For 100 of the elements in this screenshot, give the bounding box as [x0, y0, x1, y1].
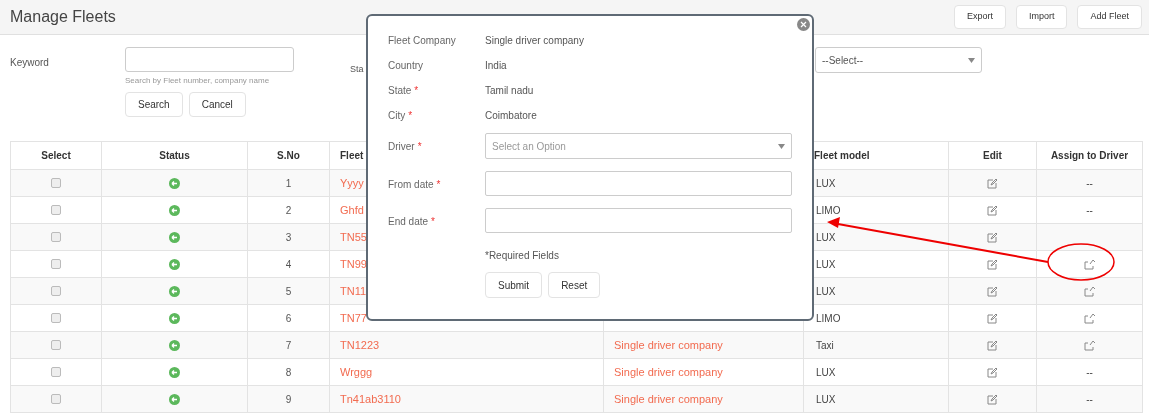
fleet-link[interactable]: TN1223 — [340, 336, 380, 354]
row-checkbox[interactable] — [51, 394, 61, 404]
caret-icon — [968, 57, 975, 63]
field-value: India — [485, 59, 507, 73]
filter-button[interactable]: Search — [125, 92, 183, 117]
field-label: Sta — [350, 64, 364, 74]
fleet-model: LIMO — [816, 311, 841, 326]
column-header: Fleet — [340, 149, 364, 163]
column-header: Status — [159, 149, 190, 163]
serial-number: 3 — [285, 230, 292, 245]
edit-icon[interactable] — [987, 393, 998, 405]
status-icon — [169, 393, 180, 405]
column-header: Assign to Driver — [1050, 149, 1129, 163]
company-link[interactable]: Single driver company — [614, 363, 723, 381]
serial-number: 9 — [285, 392, 292, 407]
edit-icon[interactable] — [987, 366, 998, 378]
status-icon — [169, 312, 180, 324]
company-link[interactable]: Single driver company — [614, 336, 723, 354]
date-field[interactable] — [485, 171, 792, 196]
row-checkbox[interactable] — [51, 178, 61, 188]
close-button[interactable] — [797, 18, 810, 31]
modal-button[interactable]: Reset — [548, 272, 601, 298]
status-select[interactable]: --Select-- — [815, 47, 982, 73]
row-checkbox[interactable] — [51, 286, 61, 296]
empty-value: -- — [1086, 176, 1093, 191]
status-icon — [169, 285, 180, 297]
fleet-link[interactable]: TN99 — [340, 255, 367, 273]
status-icon — [169, 339, 180, 351]
empty-value: -- — [1086, 203, 1093, 218]
field-label: Country — [388, 59, 423, 73]
keyword-field[interactable] — [125, 47, 294, 72]
fleet-link[interactable]: Ghfd — [340, 201, 364, 219]
empty-value: -- — [1086, 392, 1093, 407]
status-icon — [169, 204, 180, 216]
edit-icon[interactable] — [987, 177, 998, 189]
field-value: Tamil nadu — [485, 84, 534, 98]
field-label: From date — [388, 178, 434, 192]
assign-icon[interactable] — [1083, 312, 1096, 324]
empty-value: -- — [1086, 365, 1093, 380]
company-link[interactable]: Single driver company — [614, 390, 723, 408]
serial-number: 8 — [285, 365, 292, 380]
required-mark: * — [414, 84, 419, 98]
row-checkbox[interactable] — [51, 259, 61, 269]
fleet-model: Taxi — [816, 338, 834, 353]
field-value: Coimbatore — [485, 109, 537, 123]
assign-icon[interactable] — [1083, 285, 1096, 297]
fleet-model: LUX — [816, 284, 836, 299]
edit-icon[interactable] — [987, 204, 998, 216]
caret-icon — [778, 143, 785, 149]
fleet-model: LUX — [816, 365, 836, 380]
row-checkbox[interactable] — [51, 232, 61, 242]
required-note: *Required Fields — [485, 249, 560, 263]
row-checkbox[interactable] — [51, 205, 61, 215]
fleet-model: LIMO — [816, 203, 841, 218]
date-field[interactable] — [485, 208, 792, 233]
driver-select[interactable]: Select an Option — [485, 133, 792, 159]
fleet-model: LUX — [816, 392, 836, 407]
field-hint: Search by Fleet number, company name — [125, 75, 271, 87]
status-icon — [169, 366, 180, 378]
edit-icon[interactable] — [987, 339, 998, 351]
row-checkbox[interactable] — [51, 340, 61, 350]
field-label: State — [388, 84, 412, 98]
column-header: Select — [41, 149, 71, 163]
column-header: S.No — [277, 149, 300, 163]
edit-icon[interactable] — [987, 285, 998, 297]
field-label: End date — [388, 215, 429, 229]
header-button[interactable]: Import — [1015, 5, 1068, 29]
assign-icon[interactable] — [1083, 258, 1096, 270]
serial-number: 7 — [285, 338, 292, 353]
required-mark: * — [436, 178, 441, 192]
required-mark: * — [431, 215, 435, 229]
edit-icon[interactable] — [987, 231, 998, 243]
filter-button[interactable]: Cancel — [188, 92, 246, 117]
fleet-model: LUX — [816, 230, 836, 245]
field-label: Driver — [388, 140, 415, 154]
fleet-link[interactable]: Wrggg — [340, 363, 373, 381]
fleet-model: LUX — [816, 176, 836, 191]
page-title: Manage Fleets — [10, 7, 116, 27]
edit-icon[interactable] — [987, 312, 998, 324]
modal-button[interactable]: Submit — [485, 272, 543, 298]
fleet-link[interactable]: Yyyy — [340, 174, 364, 192]
assign-icon[interactable] — [1083, 339, 1096, 351]
row-checkbox[interactable] — [51, 313, 61, 323]
select-placeholder: Select an Option — [492, 139, 566, 154]
required-mark: * — [417, 140, 422, 154]
edit-icon[interactable] — [987, 258, 998, 270]
fleet-model: LUX — [816, 257, 836, 272]
serial-number: 4 — [285, 257, 292, 272]
row-checkbox[interactable] — [51, 367, 61, 377]
fleet-link[interactable]: TN11 — [340, 282, 367, 300]
header-button[interactable]: Add Fleet — [1077, 5, 1142, 29]
status-icon — [169, 231, 180, 243]
header-button[interactable]: Export — [953, 5, 1006, 29]
fleet-link[interactable]: TN77 — [340, 309, 367, 327]
select-value: --Select-- — [822, 53, 864, 68]
annotation-circle — [1047, 243, 1115, 281]
required-mark: * — [408, 109, 413, 123]
fleet-link[interactable]: TN55 — [340, 228, 367, 246]
fleet-link[interactable]: Tn41ab3110 — [340, 390, 401, 408]
column-header: Fleet model — [814, 149, 870, 163]
